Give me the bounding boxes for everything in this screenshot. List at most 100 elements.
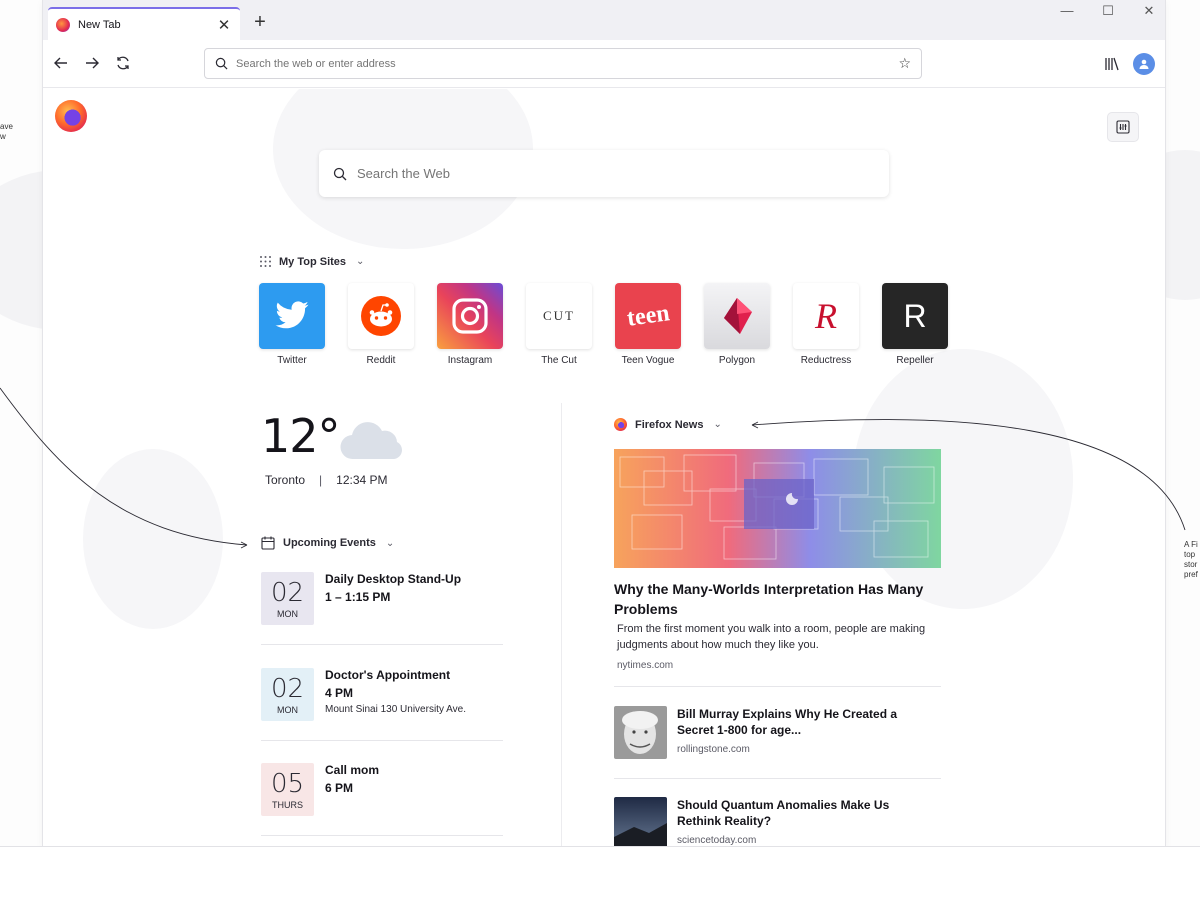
reddit-tile <box>348 283 414 349</box>
event-date-badge: 02 MON <box>261 668 314 721</box>
event-info: Doctor's Appointment 4 PM Mount Sinai 13… <box>325 668 466 715</box>
top-site-the-cut[interactable]: CUT The Cut <box>526 283 615 366</box>
tab-title: New Tab <box>78 18 121 31</box>
story-item[interactable]: Should Quantum Anomalies Make Us Rethink… <box>614 797 941 846</box>
weather-location-time: Toronto | 12:34 PM <box>265 473 388 487</box>
divider <box>614 686 941 687</box>
annotation-right: A Fi top stor pref <box>1184 540 1198 579</box>
firefox-logo-icon <box>55 100 87 132</box>
top-site-twitter[interactable]: Twitter <box>259 283 348 366</box>
site-label: Instagram <box>447 355 493 366</box>
divider <box>614 778 941 779</box>
the-cut-wordmark-icon: CUT <box>543 308 575 323</box>
site-label: Teen Vogue <box>621 355 675 366</box>
reddit-alien-icon <box>361 296 401 336</box>
maximize-button[interactable]: ☐ <box>1098 3 1118 19</box>
customize-button[interactable] <box>1107 112 1139 142</box>
chevron-down-icon[interactable]: ⌄ <box>386 538 394 549</box>
the-cut-tile: CUT <box>526 283 592 349</box>
calendar-icon <box>261 536 275 550</box>
twitter-tile <box>259 283 325 349</box>
close-window-button[interactable]: ✕ <box>1139 3 1159 19</box>
reductress-tile: R <box>793 283 859 349</box>
top-site-reductress[interactable]: R Reductress <box>793 283 882 366</box>
site-label: Reductress <box>800 355 852 366</box>
address-bar[interactable]: ☆ <box>204 48 922 79</box>
teen-vogue-wordmark-icon: teen <box>625 299 671 332</box>
annotation-left: ave w <box>0 122 13 141</box>
site-label: Twitter <box>277 355 307 366</box>
library-icon[interactable] <box>1103 55 1121 73</box>
event-info: Call mom 6 PM <box>325 763 379 795</box>
featured-story-source: nytimes.com <box>617 660 674 671</box>
top-sites-title: My Top Sites <box>279 255 347 268</box>
top-site-polygon[interactable]: Polygon <box>704 283 793 366</box>
polygon-tile <box>704 283 770 349</box>
reload-icon <box>117 56 129 70</box>
web-search-input[interactable] <box>357 166 875 181</box>
weather-time: 12:34 PM <box>336 473 388 487</box>
reductress-logo-icon: R <box>815 296 837 336</box>
top-site-teen-vogue[interactable]: teen Teen Vogue <box>615 283 704 366</box>
top-sites-grid: Twitter Reddit Instagram CUT The Cut tee… <box>259 283 971 366</box>
site-label: The Cut <box>541 355 577 366</box>
top-site-reddit[interactable]: Reddit <box>348 283 437 366</box>
event-day: 02 <box>270 673 305 704</box>
event-weekday: MON <box>277 608 298 619</box>
event-date-badge: 02 MON <box>261 572 314 625</box>
featured-story-image[interactable] <box>614 449 941 568</box>
bookmark-star-icon[interactable]: ☆ <box>898 55 911 72</box>
instagram-tile <box>437 283 503 349</box>
story-item[interactable]: Bill Murray Explains Why He Created a Se… <box>614 706 941 766</box>
grid-icon <box>260 256 271 267</box>
new-tab-page: My Top Sites ⌄ Twitter Reddit <box>43 89 1165 846</box>
event-item[interactable]: 02 MON Daily Desktop Stand-Up 1 – 1:15 P… <box>261 572 503 667</box>
site-label: Repeller <box>896 355 934 366</box>
featured-story-title[interactable]: Why the Many-Worlds Interpretation Has M… <box>614 579 934 619</box>
event-time: 4 PM <box>325 686 354 700</box>
nav-toolbar: ☆ <box>43 40 1165 88</box>
sliders-icon <box>1116 120 1130 134</box>
event-weekday: THURS <box>272 799 303 810</box>
address-input[interactable] <box>236 57 899 70</box>
chevron-down-icon[interactable]: ⌄ <box>713 419 721 430</box>
site-label: Polygon <box>718 355 756 366</box>
event-item[interactable]: 05 THURS Call mom 6 PM <box>261 763 503 846</box>
event-location: Mount Sinai 130 University Ave. <box>325 704 467 715</box>
presentation-canvas: ave w A Fi top stor pref New Tab ✕ + — ☐… <box>0 0 1200 900</box>
forward-button[interactable] <box>81 52 103 74</box>
event-item[interactable]: 02 MON Doctor's Appointment 4 PM Mount S… <box>261 668 503 763</box>
minimize-button[interactable]: — <box>1057 3 1077 18</box>
account-avatar-icon[interactable] <box>1133 53 1155 75</box>
repeller-logo-icon: R <box>903 297 927 334</box>
firefox-news-title: Firefox News <box>635 418 704 431</box>
event-weekday: MON <box>277 704 298 715</box>
web-search-box[interactable] <box>319 150 889 197</box>
back-button[interactable] <box>50 52 72 74</box>
event-title: Call mom <box>325 763 380 777</box>
firefox-favicon-icon <box>56 17 70 32</box>
weather-separator: | <box>319 473 323 487</box>
close-tab-icon[interactable]: ✕ <box>216 16 232 34</box>
firefox-news-heading[interactable]: Firefox News ⌄ <box>614 418 722 431</box>
chevron-down-icon[interactable]: ⌄ <box>356 256 364 267</box>
event-time: 1 – 1:15 PM <box>325 590 391 604</box>
top-sites-heading[interactable]: My Top Sites ⌄ <box>259 255 364 268</box>
event-day: 02 <box>270 577 305 608</box>
upcoming-events-heading[interactable]: Upcoming Events ⌄ <box>261 536 394 550</box>
event-date-badge: 05 THURS <box>261 763 314 816</box>
site-label: Reddit <box>366 355 396 366</box>
arrow-left-icon <box>54 57 67 69</box>
teen-vogue-tile: teen <box>615 283 681 349</box>
event-title: Daily Desktop Stand-Up <box>325 572 462 586</box>
new-tab-button[interactable]: + <box>250 12 270 32</box>
top-site-instagram[interactable]: Instagram <box>437 283 526 366</box>
story-source: sciencetoday.com <box>677 835 757 846</box>
column-divider <box>561 403 562 846</box>
reload-button[interactable] <box>112 52 134 74</box>
top-site-repeller[interactable]: R Repeller <box>882 283 971 366</box>
twitter-bird-icon <box>275 301 309 329</box>
divider <box>261 740 503 741</box>
background-shape <box>83 449 223 629</box>
tab-new-tab[interactable]: New Tab ✕ <box>48 7 240 40</box>
